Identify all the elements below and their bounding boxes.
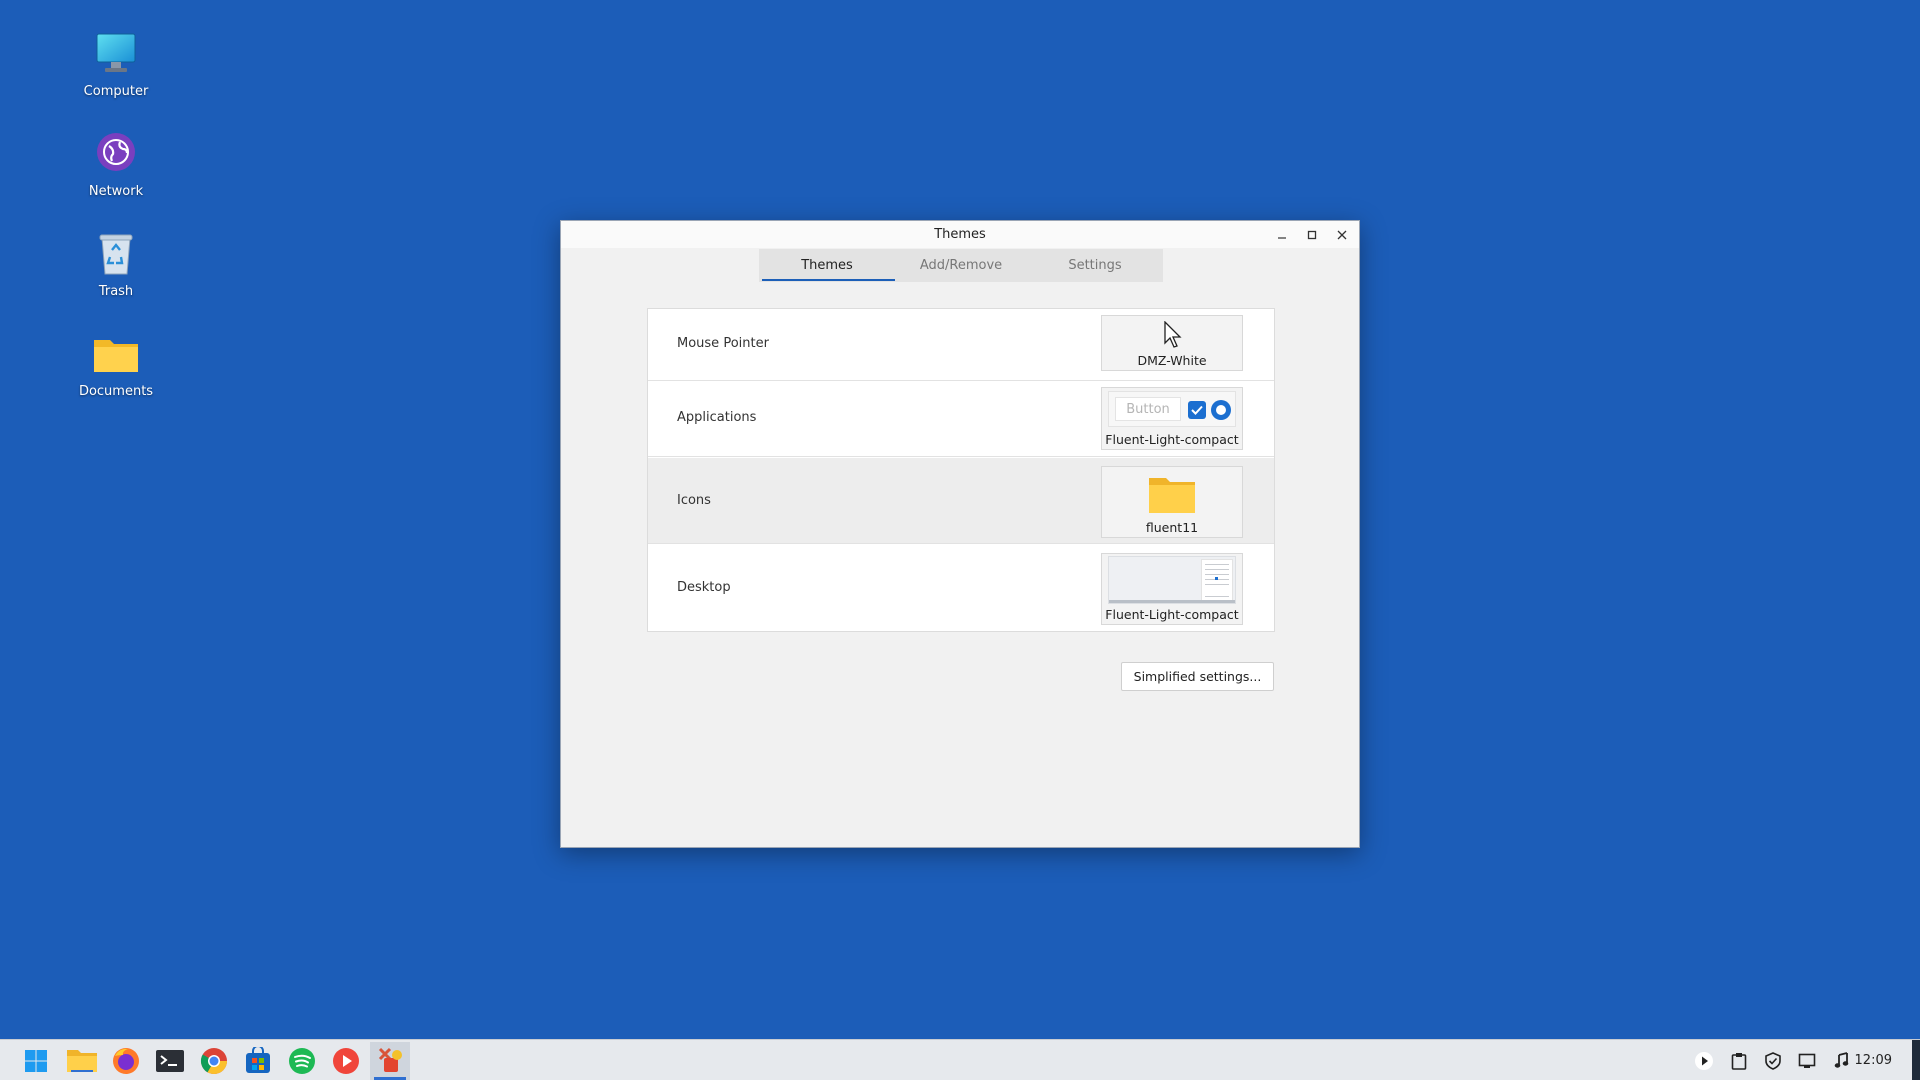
desktop-icon-label: Computer: [83, 84, 149, 99]
calendar-preview-icon: [1205, 564, 1229, 597]
row-label: Applications: [677, 410, 757, 425]
row-mouse-pointer[interactable]: Mouse Pointer DMZ-White: [648, 309, 1274, 381]
tray-display-button[interactable]: [1793, 1040, 1821, 1080]
taskbar-chrome[interactable]: [194, 1042, 234, 1080]
desktop-theme-button[interactable]: Fluent-Light-compact: [1101, 553, 1243, 625]
taskbar-app-store[interactable]: [238, 1042, 278, 1080]
minimize-button[interactable]: [1267, 221, 1297, 248]
close-icon: [1337, 230, 1347, 239]
folder-icon: [1149, 478, 1195, 513]
firefox-icon: [113, 1048, 139, 1074]
computer-icon: [92, 30, 140, 78]
row-label: Icons: [677, 493, 711, 508]
taskbar-themes[interactable]: [370, 1042, 410, 1080]
simplified-settings-button[interactable]: Simplified settings...: [1121, 662, 1274, 691]
display-icon: [1798, 1053, 1816, 1068]
show-desktop-button[interactable]: [1912, 1040, 1920, 1080]
desktop-icon-trash[interactable]: Trash: [66, 230, 166, 299]
clipboard-icon: [1731, 1052, 1747, 1070]
window-title: Themes: [934, 227, 986, 242]
desktop-icon-computer[interactable]: Computer: [66, 30, 166, 99]
mouse-pointer-theme-button[interactable]: DMZ-White: [1101, 315, 1243, 371]
preview-taskbar: [1109, 600, 1235, 603]
clock[interactable]: 12:09: [1855, 1040, 1892, 1080]
file-manager-icon: [67, 1050, 97, 1072]
row-label: Desktop: [677, 580, 731, 595]
desktop-icon-documents[interactable]: Documents: [66, 330, 166, 399]
terminal-icon: [156, 1050, 184, 1072]
close-button[interactable]: [1327, 221, 1357, 248]
tray-media-button[interactable]: [1690, 1040, 1718, 1080]
music-note-icon: [1834, 1051, 1849, 1068]
preview-button: Button: [1115, 397, 1181, 421]
theme-list: Mouse Pointer DMZ-White Applications But…: [647, 308, 1275, 632]
desktop-icon-label: Documents: [78, 384, 154, 399]
desktop-icon-label: Trash: [98, 284, 134, 299]
media-play-icon: [1695, 1051, 1713, 1070]
themes-icon: [378, 1047, 402, 1072]
tab-settings[interactable]: Settings: [1027, 249, 1163, 282]
theme-name: fluent11: [1145, 520, 1199, 535]
app-store-icon: [246, 1047, 270, 1073]
tab-themes[interactable]: Themes: [759, 249, 895, 282]
taskbar-spotify[interactable]: [282, 1042, 322, 1080]
chrome-icon: [200, 1048, 228, 1075]
themes-window: Themes Themes Add/Remove Settings Mouse …: [560, 220, 1360, 848]
row-applications[interactable]: Applications Button Fluent-Light-compact: [648, 382, 1274, 457]
applications-theme-button[interactable]: Button Fluent-Light-compact: [1101, 387, 1243, 450]
trash-icon: [92, 230, 140, 278]
windows-logo-icon: [25, 1050, 47, 1072]
checkbox-checked-icon: [1188, 401, 1206, 419]
folder-icon: [92, 330, 140, 378]
desktop-preview: [1108, 556, 1236, 604]
radio-checked-icon: [1211, 400, 1231, 420]
tray-security-button[interactable]: [1759, 1040, 1787, 1080]
taskbar-terminal[interactable]: [150, 1042, 190, 1080]
row-icons[interactable]: Icons fluent11: [648, 458, 1274, 544]
desktop-icon-network[interactable]: Network: [66, 130, 166, 199]
tab-bar: Themes Add/Remove Settings: [759, 249, 1163, 282]
spotify-icon: [289, 1048, 315, 1074]
theme-name: DMZ-White: [1137, 353, 1207, 368]
theme-name: Fluent-Light-compact: [1105, 432, 1239, 447]
maximize-button[interactable]: [1297, 221, 1327, 248]
tray-music-button[interactable]: [1828, 1040, 1856, 1080]
row-desktop[interactable]: Desktop Fluent-Light-compact: [648, 545, 1274, 631]
row-label: Mouse Pointer: [677, 336, 769, 351]
taskbar-media-player[interactable]: [326, 1042, 366, 1080]
minimize-icon: [1278, 236, 1286, 239]
theme-name: Fluent-Light-compact: [1105, 607, 1239, 622]
tab-add-remove[interactable]: Add/Remove: [895, 249, 1027, 282]
network-icon: [92, 130, 140, 178]
title-bar[interactable]: Themes: [561, 221, 1359, 248]
icons-theme-button[interactable]: fluent11: [1101, 466, 1243, 538]
start-menu-button[interactable]: [16, 1042, 56, 1080]
widget-preview: Button: [1108, 391, 1236, 427]
taskbar: 12:09: [0, 1039, 1920, 1080]
desktop-icon-label: Network: [88, 184, 144, 199]
media-player-icon: [333, 1048, 359, 1074]
tray-clipboard-button[interactable]: [1725, 1040, 1753, 1080]
taskbar-file-manager[interactable]: [62, 1042, 102, 1080]
maximize-icon: [1307, 230, 1317, 239]
taskbar-firefox[interactable]: [106, 1042, 146, 1080]
preview-calendar: [1201, 559, 1233, 601]
shield-icon: [1765, 1051, 1781, 1070]
